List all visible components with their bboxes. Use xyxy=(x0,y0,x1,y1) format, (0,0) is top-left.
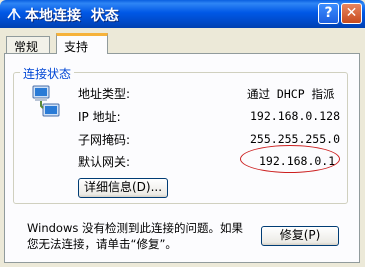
repair-hint-text: Windows 没有检测到此连接的问题。如果 您无法连接，请单击“修复”。 xyxy=(27,220,257,252)
subnet-mask-value: 255.255.255.0 xyxy=(250,132,341,146)
address-type-value: 通过 DHCP 指派 xyxy=(247,87,335,101)
status-dialog: 本地连接 状态 ? ✕ 常规 支持 连接状态 地址类型: 通过 DHCP 指派 … xyxy=(0,0,365,267)
ip-address-label: IP 地址: xyxy=(78,110,121,124)
title-bar[interactable]: 本地连接 状态 ? ✕ xyxy=(0,0,365,28)
help-button[interactable]: ? xyxy=(318,3,339,24)
address-type-label: 地址类型: xyxy=(78,87,131,101)
window-title: 本地连接 状态 xyxy=(25,8,119,24)
hint-line-1: Windows 没有检测到此连接的问题。如果 xyxy=(27,221,243,235)
details-button[interactable]: 详细信息(D)... xyxy=(78,178,168,198)
network-connection-icon xyxy=(7,8,21,20)
repair-button[interactable]: 修复(P) xyxy=(261,226,339,246)
close-button[interactable]: ✕ xyxy=(341,3,362,24)
tab-support[interactable]: 支持 xyxy=(56,33,108,54)
group-title: 连接状态 xyxy=(20,65,75,82)
tab-general[interactable]: 常规 xyxy=(6,36,50,54)
default-gateway-label: 默认网关: xyxy=(78,155,131,169)
network-computers-icon xyxy=(32,85,60,117)
gateway-highlight-ellipse xyxy=(240,145,340,173)
ip-address-value: 192.168.0.128 xyxy=(250,109,341,123)
hint-line-2: 您无法连接，请单击“修复”。 xyxy=(27,237,177,251)
subnet-mask-label: 子网掩码: xyxy=(78,133,131,147)
